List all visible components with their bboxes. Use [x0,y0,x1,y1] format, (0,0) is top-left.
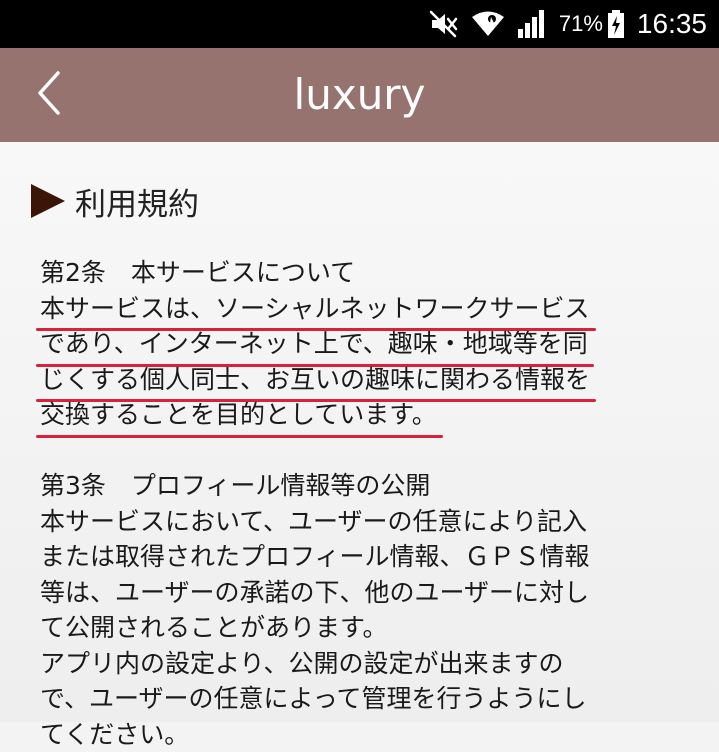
app-bar: luxury [0,48,719,142]
status-bar: 71% 16:35 [0,0,719,48]
article-3-line-5: アプリ内の設定より、公開の設定が出来ますの [40,646,680,682]
signal-icon [517,9,547,39]
clock: 16:35 [637,8,707,40]
battery-charging-icon [607,9,625,39]
status-icons: 71% 16:35 [429,0,707,48]
terms-text: 第2条 本サービスについて 本サービスは、ソーシャルネットワークサービス であり… [40,255,680,752]
battery-percent: 71% [559,11,603,37]
article-2-line-4: 交換することを目的としています。 [40,397,437,433]
section-heading: 利用規約 [31,181,199,221]
article-3-line-2: または取得されたプロフィール情報、ＧＰＳ情報 [40,539,680,575]
wifi-icon [471,10,505,38]
section-title: 利用規約 [75,179,199,224]
article-3-line-3: 等は、ユーザーの承諾の下、他のユーザーに対し [40,575,680,611]
app-title: luxury [0,48,719,142]
back-button[interactable] [22,68,76,122]
article-3-heading: 第3条 プロフィール情報等の公開 [40,468,680,504]
article-2-heading: 第2条 本サービスについて [40,255,680,291]
article-3-line-1: 本サービスにおいて、ユーザーの任意により記入 [40,504,680,540]
article-2-line-2: であり、インターネット上で、趣味・地域等を同 [40,326,588,362]
triangle-marker-icon [31,184,65,218]
article-2-line-3: じくする個人同士、お互いの趣味に関わる情報を [40,362,590,398]
terms-content[interactable]: 利用規約 第2条 本サービスについて 本サービスは、ソーシャルネットワークサービ… [0,142,719,722]
article-3-line-4: て公開されることがあります。 [40,610,680,646]
article-3-line-6: で、ユーザーの任意によって管理を行うようにし [40,681,680,717]
chevron-left-icon [34,70,64,120]
mute-icon [429,10,459,38]
article-2-line-1: 本サービスは、ソーシャルネットワークサービス [40,291,590,327]
